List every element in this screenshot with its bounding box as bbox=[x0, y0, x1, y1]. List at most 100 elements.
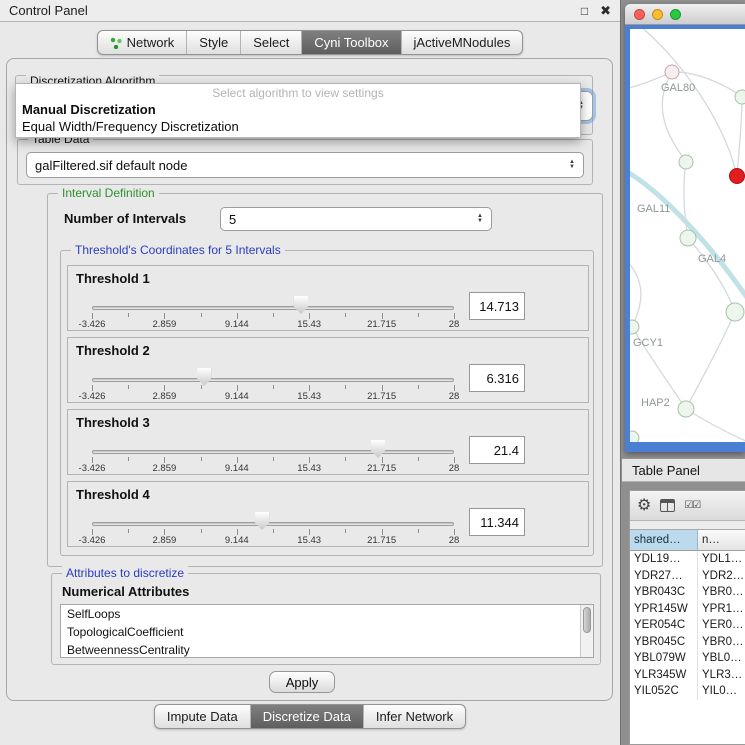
cell-shared-name: YBR045C bbox=[630, 634, 698, 651]
threshold-slider[interactable]: -3.4262.8599.14415.4321.71528 bbox=[92, 266, 454, 330]
threshold-slider[interactable]: -3.4262.8599.14415.4321.71528 bbox=[92, 410, 454, 474]
slider-track[interactable] bbox=[92, 306, 454, 310]
network-node[interactable] bbox=[630, 320, 639, 334]
tab-label: Infer Network bbox=[376, 709, 453, 724]
number-of-intervals-label: Number of Intervals bbox=[64, 211, 186, 226]
tick-mark bbox=[418, 457, 419, 461]
attribute-item[interactable]: SelfLoops bbox=[61, 605, 593, 623]
table-row[interactable]: YBL079WYBL0… bbox=[630, 650, 745, 667]
tab-style[interactable]: Style bbox=[186, 31, 240, 54]
scale-label: 2.859 bbox=[153, 391, 177, 402]
scale-label: -3.426 bbox=[79, 535, 106, 546]
network-node[interactable] bbox=[735, 90, 745, 104]
network-node[interactable] bbox=[680, 230, 696, 246]
tick-mark bbox=[345, 529, 346, 533]
control-panel-titlebar: Control Panel □ ✖ bbox=[0, 0, 620, 22]
table-row[interactable]: YLR345WYLR3… bbox=[630, 667, 745, 684]
columns-icon[interactable] bbox=[660, 499, 675, 512]
threshold-block: Threshold 2-3.4262.8599.14415.4321.71528… bbox=[67, 337, 589, 403]
attributes-scrollbar[interactable] bbox=[580, 605, 593, 657]
thresholds-list: Threshold 1-3.4262.8599.14415.4321.71528… bbox=[61, 251, 593, 555]
scale-label: 28 bbox=[449, 391, 460, 402]
float-window-icon[interactable]: □ bbox=[581, 4, 588, 18]
cell-name: YLR3… bbox=[698, 667, 745, 684]
network-canvas[interactable]: GAL80GAL11GAL4GCY1HAP2 bbox=[630, 29, 745, 442]
slider-track[interactable] bbox=[92, 378, 454, 382]
table-panel-title: Table Panel bbox=[632, 463, 700, 478]
scale-label: 9.144 bbox=[225, 535, 249, 546]
slider-scale: -3.4262.8599.14415.4321.71528 bbox=[92, 391, 454, 402]
numerical-attributes-list[interactable]: SelfLoopsTopologicalCoefficientBetweenne… bbox=[60, 604, 594, 658]
scrollbar-thumb[interactable] bbox=[583, 607, 591, 633]
attribute-item[interactable]: TopologicalCoefficient bbox=[61, 623, 593, 641]
network-node[interactable] bbox=[678, 401, 694, 417]
network-node[interactable] bbox=[679, 155, 693, 169]
column-header-shared-name[interactable]: shared… bbox=[630, 530, 698, 550]
slider-track[interactable] bbox=[92, 450, 454, 454]
network-icon bbox=[110, 37, 122, 49]
threshold-slider[interactable]: -3.4262.8599.14415.4321.71528 bbox=[92, 338, 454, 402]
window-title: Control Panel bbox=[9, 3, 569, 18]
tick-mark bbox=[128, 385, 129, 389]
tab-jactivemnodules[interactable]: jActiveMNodules bbox=[401, 31, 523, 54]
slider-thumb[interactable] bbox=[371, 440, 385, 458]
scale-label: 15.43 bbox=[297, 463, 321, 474]
table-row[interactable]: YIL052CYIL0… bbox=[630, 683, 745, 700]
tab-network[interactable]: Network bbox=[98, 31, 187, 54]
table-row[interactable]: YBR045CYBR0… bbox=[630, 634, 745, 651]
tab-impute-data[interactable]: Impute Data bbox=[155, 705, 250, 728]
tick-mark bbox=[273, 529, 274, 533]
table-row[interactable]: YER054CYER0… bbox=[630, 617, 745, 634]
close-traffic-light[interactable] bbox=[634, 9, 645, 20]
minimize-traffic-light[interactable] bbox=[652, 9, 663, 20]
slider-track[interactable] bbox=[92, 522, 454, 526]
tab-cyni-toolbox[interactable]: Cyni Toolbox bbox=[301, 31, 400, 54]
dropdown-option-equal-width-frequency-discretization[interactable]: Equal Width/Frequency Discretization bbox=[16, 118, 580, 135]
threshold-value-field[interactable]: 14.713 bbox=[469, 292, 525, 320]
scale-label: 21.715 bbox=[367, 391, 396, 402]
tab-discretize-data[interactable]: Discretize Data bbox=[250, 705, 363, 728]
node-label-gal80: GAL80 bbox=[661, 82, 695, 94]
gear-icon[interactable]: ⚙ bbox=[637, 498, 651, 514]
table-row[interactable]: YDL19…YDL1… bbox=[630, 551, 745, 568]
tick-mark bbox=[128, 457, 129, 461]
attribute-item[interactable]: BetweennessCentrality bbox=[61, 641, 593, 658]
table-data-combobox[interactable]: galFiltered.sif default node ▲ ▼ bbox=[26, 152, 584, 178]
close-window-icon[interactable]: ✖ bbox=[600, 3, 611, 19]
table-body: YDL19…YDL1…YDR27…YDR2…YBR043CYBR0…YPR145… bbox=[630, 551, 745, 744]
network-svg: GAL80GAL11GAL4GCY1HAP2 bbox=[630, 29, 745, 442]
scale-label: 15.43 bbox=[297, 535, 321, 546]
tab-select[interactable]: Select bbox=[240, 31, 301, 54]
tab-label: jActiveMNodules bbox=[414, 35, 511, 50]
network-node[interactable] bbox=[665, 65, 679, 79]
cell-name: YDR2… bbox=[698, 568, 745, 585]
threshold-block: Threshold 4-3.4262.8599.14415.4321.71528… bbox=[67, 481, 589, 547]
network-node-selected[interactable] bbox=[730, 169, 745, 184]
cell-shared-name: YLR345W bbox=[630, 667, 698, 684]
threshold-value-field[interactable]: 6.316 bbox=[469, 364, 525, 392]
network-node[interactable] bbox=[726, 303, 744, 321]
threshold-value-field[interactable]: 21.4 bbox=[469, 436, 525, 464]
slider-thumb[interactable] bbox=[255, 512, 269, 530]
slider-thumb[interactable] bbox=[197, 368, 211, 386]
slider-thumb[interactable] bbox=[294, 296, 308, 314]
attr-items: SelfLoopsTopologicalCoefficientBetweenne… bbox=[61, 605, 593, 658]
table-row[interactable]: YDR27…YDR2… bbox=[630, 568, 745, 585]
dropdown-option-manual-discretization[interactable]: Manual Discretization bbox=[16, 101, 580, 118]
table-row[interactable]: YPR145WYPR1… bbox=[630, 601, 745, 618]
select-columns-icon[interactable]: ☑☑ bbox=[684, 500, 700, 511]
scale-label: 28 bbox=[449, 463, 460, 474]
apply-button[interactable]: Apply bbox=[269, 671, 335, 693]
number-of-intervals-combobox[interactable]: 5 ▲ ▼ bbox=[220, 207, 492, 231]
tab-infer-network[interactable]: Infer Network bbox=[363, 705, 465, 728]
zoom-traffic-light[interactable] bbox=[670, 9, 681, 20]
column-header-name[interactable]: n… bbox=[698, 530, 745, 550]
tick-mark bbox=[201, 457, 202, 461]
tab-label: Network bbox=[127, 35, 175, 50]
table-row[interactable]: YBR043CYBR0… bbox=[630, 584, 745, 601]
network-node[interactable] bbox=[630, 431, 639, 442]
dropdown-hint: Select algorithm to view settings bbox=[16, 86, 580, 101]
tab-label: Impute Data bbox=[167, 709, 238, 724]
threshold-slider[interactable]: -3.4262.8599.14415.4321.71528 bbox=[92, 482, 454, 546]
threshold-value-field[interactable]: 11.344 bbox=[469, 508, 525, 536]
